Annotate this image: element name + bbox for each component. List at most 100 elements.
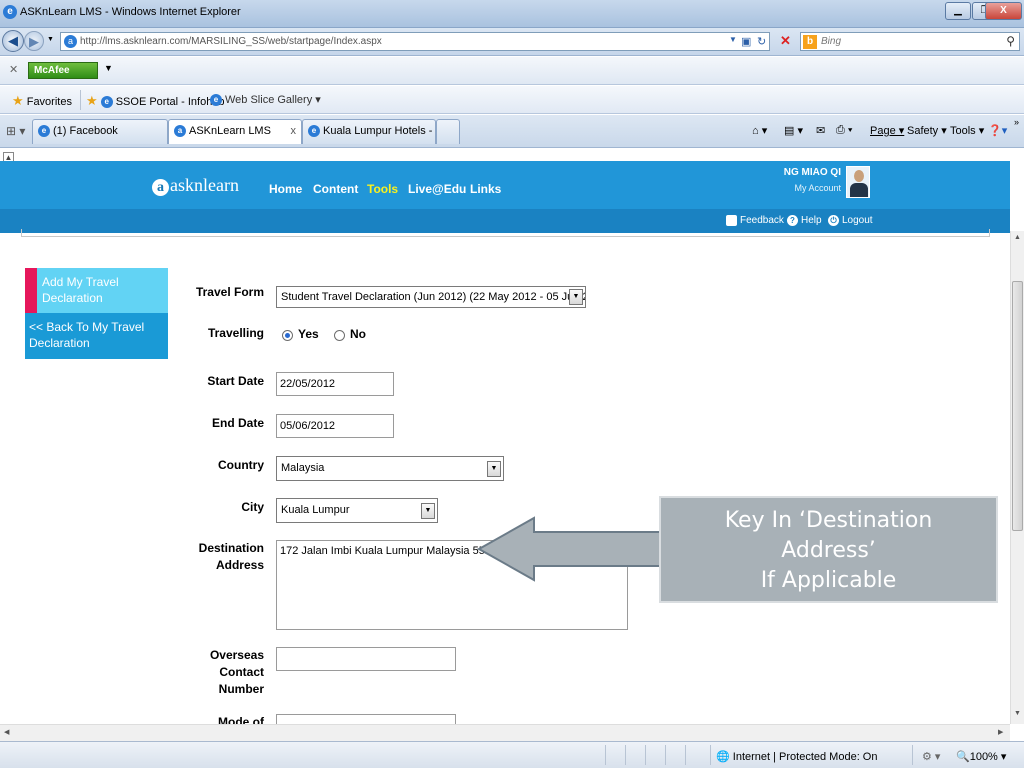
favorites-bar: ★ Favorites ★ e SSOE Portal - Infohub e We… bbox=[0, 86, 1024, 114]
country-select[interactable]: Malaysia ▼ bbox=[276, 456, 504, 481]
travelling-no-radio[interactable] bbox=[334, 330, 345, 341]
favorites-button[interactable]: ★ Favorites bbox=[12, 93, 72, 109]
tab-kuala-lumpur-hotels[interactable]: eKuala Lumpur Hotels - Dis... bbox=[302, 119, 436, 144]
menu-home[interactable]: Home bbox=[269, 182, 302, 196]
chevron-right-icon[interactable]: » bbox=[1014, 117, 1019, 127]
divider bbox=[912, 745, 913, 765]
travel-form-value: Student Travel Declaration (Jun 2012) (2… bbox=[281, 291, 586, 303]
menu-links[interactable]: Links bbox=[470, 182, 501, 196]
address-toolbar: ◀ ▶ ▼ a http://lms.asknlearn.com/MARSILI… bbox=[0, 28, 1024, 56]
travel-form-select[interactable]: Student Travel Declaration (Jun 2012) (2… bbox=[276, 286, 586, 308]
horizontal-scrollbar[interactable]: ◀ ▶ bbox=[0, 724, 1010, 741]
scroll-down-icon[interactable]: ▼ bbox=[1014, 710, 1021, 717]
close-window-button[interactable]: X bbox=[985, 2, 1022, 20]
scroll-right-icon[interactable]: ▶ bbox=[998, 728, 1003, 736]
new-tab-button[interactable] bbox=[436, 119, 460, 144]
contact-label-1: Overseas bbox=[209, 648, 264, 662]
scroll-left-icon[interactable]: ◀ bbox=[4, 728, 9, 736]
divider bbox=[605, 745, 606, 765]
divider bbox=[710, 745, 711, 765]
globe-icon: 🌐 bbox=[716, 751, 730, 763]
page-content: ▲ a asknlearn Home Content Tools Live@Edu… bbox=[0, 149, 1024, 741]
dropdown-arrow-icon[interactable]: ▼ bbox=[421, 503, 435, 519]
divider bbox=[645, 745, 646, 765]
forward-button[interactable]: ▶ bbox=[24, 31, 44, 51]
feedback-link[interactable]: Feedback bbox=[726, 215, 784, 226]
feeds-icon[interactable]: ▤ ▾ bbox=[784, 124, 803, 137]
help-icon[interactable]: ❓▾ bbox=[988, 124, 1007, 137]
history-dropdown-icon[interactable]: ▼ bbox=[47, 36, 54, 43]
divider bbox=[625, 745, 626, 765]
logo-a-icon: a bbox=[152, 179, 169, 196]
site-header: a asknlearn Home Content Tools Live@Edu L… bbox=[0, 161, 1010, 209]
address-bar[interactable]: a http://lms.asknlearn.com/MARSILING_SS/… bbox=[60, 32, 770, 51]
compatibility-view-icon[interactable]: ▣ bbox=[741, 35, 751, 48]
start-date-label: Start Date bbox=[207, 374, 264, 388]
tab-asknlearn[interactable]: a ASKnLearn LMS x bbox=[168, 119, 302, 144]
bing-icon: b bbox=[803, 35, 817, 49]
favorites-star-icon: ★ bbox=[12, 93, 24, 108]
quick-tabs-icon[interactable]: ⊞ ▾ bbox=[6, 124, 25, 138]
tools-menu[interactable]: Tools ▾ bbox=[950, 124, 984, 137]
mail-icon[interactable]: ✉ bbox=[816, 124, 825, 137]
contact-label-3: Number bbox=[218, 682, 264, 696]
add-favorite-icon: ★ bbox=[86, 93, 98, 108]
site-logo[interactable]: a asknlearn bbox=[152, 175, 239, 196]
safety-menu[interactable]: Safety ▾ bbox=[907, 124, 947, 137]
favorite-ssoe-portal[interactable]: ★ e SSOE Portal - Infohub bbox=[86, 93, 225, 109]
ie-page-icon: e bbox=[38, 125, 50, 138]
logout-link[interactable]: ⏻ Logout bbox=[828, 215, 873, 226]
city-select[interactable]: Kuala Lumpur ▼ bbox=[276, 498, 438, 523]
scroll-up-icon[interactable]: ▲ bbox=[1014, 234, 1021, 241]
travelling-label: Travelling bbox=[207, 326, 264, 340]
divider bbox=[80, 90, 81, 110]
close-tab-icon[interactable]: x bbox=[291, 120, 297, 143]
address-dropdown-icon[interactable]: ▼ bbox=[729, 35, 737, 44]
avatar[interactable] bbox=[846, 166, 870, 198]
url-text[interactable]: http://lms.asknlearn.com/MARSILING_SS/we… bbox=[80, 36, 382, 47]
security-icon[interactable]: ⚙ ▾ bbox=[922, 750, 940, 763]
end-date-field[interactable]: 05/06/2012 bbox=[276, 414, 394, 438]
mcafee-button[interactable]: McAfee bbox=[28, 62, 98, 79]
destination-label-1: Destination bbox=[198, 541, 264, 555]
active-indicator bbox=[25, 268, 37, 313]
content-frame bbox=[21, 229, 990, 237]
search-placeholder[interactable]: Bing bbox=[821, 36, 841, 47]
favorite-web-slice-gallery[interactable]: e Web Slice Gallery ▾ bbox=[210, 93, 321, 107]
page-menu[interactable]: Page ▾ bbox=[870, 124, 904, 137]
print-icon[interactable]: ⎙ ▾ bbox=[836, 124, 852, 137]
ie-page-icon: e bbox=[308, 125, 320, 138]
zoom-control[interactable]: 🔍100% ▾ bbox=[956, 750, 1006, 763]
dropdown-arrow-icon[interactable]: ▼ bbox=[569, 289, 583, 305]
menu-tools[interactable]: Tools bbox=[367, 182, 398, 196]
help-link[interactable]: ? Help bbox=[787, 215, 822, 226]
zone-status[interactable]: 🌐 Internet | Protected Mode: On bbox=[716, 750, 877, 763]
mcafee-dropdown-icon[interactable]: ▼ bbox=[104, 63, 113, 73]
callout-line-3: If Applicable bbox=[760, 568, 897, 593]
travelling-yes-radio[interactable] bbox=[282, 330, 293, 341]
tab-facebook[interactable]: e (1) Facebook bbox=[32, 119, 168, 144]
feedback-icon bbox=[726, 215, 737, 226]
my-account-link[interactable]: My Account bbox=[775, 183, 841, 193]
menu-content[interactable]: Content bbox=[313, 182, 358, 196]
close-toolbar-icon[interactable]: ✕ bbox=[9, 63, 18, 76]
minimize-button[interactable]: ▁ bbox=[945, 2, 971, 20]
dropdown-arrow-icon[interactable]: ▼ bbox=[487, 461, 501, 477]
callout-arrow bbox=[476, 516, 663, 582]
user-name: NG MIAO QI bbox=[783, 167, 841, 178]
vertical-scrollbar[interactable]: ▲ ▼ bbox=[1010, 231, 1024, 724]
search-box[interactable]: b Bing ⚲ bbox=[800, 32, 1020, 51]
refresh-icon[interactable]: ↻ bbox=[757, 35, 766, 48]
callout-text: Key In ‘Destination Address’ If Applicab… bbox=[661, 506, 996, 596]
back-button[interactable]: ◀ bbox=[2, 30, 24, 52]
menu-live-edu[interactable]: Live@Edu bbox=[408, 182, 466, 196]
search-icon[interactable]: ⚲ bbox=[1006, 34, 1015, 48]
start-date-field[interactable]: 22/05/2012 bbox=[276, 372, 394, 396]
overseas-contact-field[interactable] bbox=[276, 647, 456, 671]
home-icon[interactable]: ⌂ ▾ bbox=[752, 124, 767, 137]
stop-icon[interactable]: ✕ bbox=[780, 33, 791, 49]
callout-arrow-shape bbox=[476, 516, 663, 582]
divider bbox=[685, 745, 686, 765]
ie-logo-icon: e bbox=[3, 5, 17, 19]
scroll-thumb[interactable] bbox=[1012, 281, 1023, 531]
